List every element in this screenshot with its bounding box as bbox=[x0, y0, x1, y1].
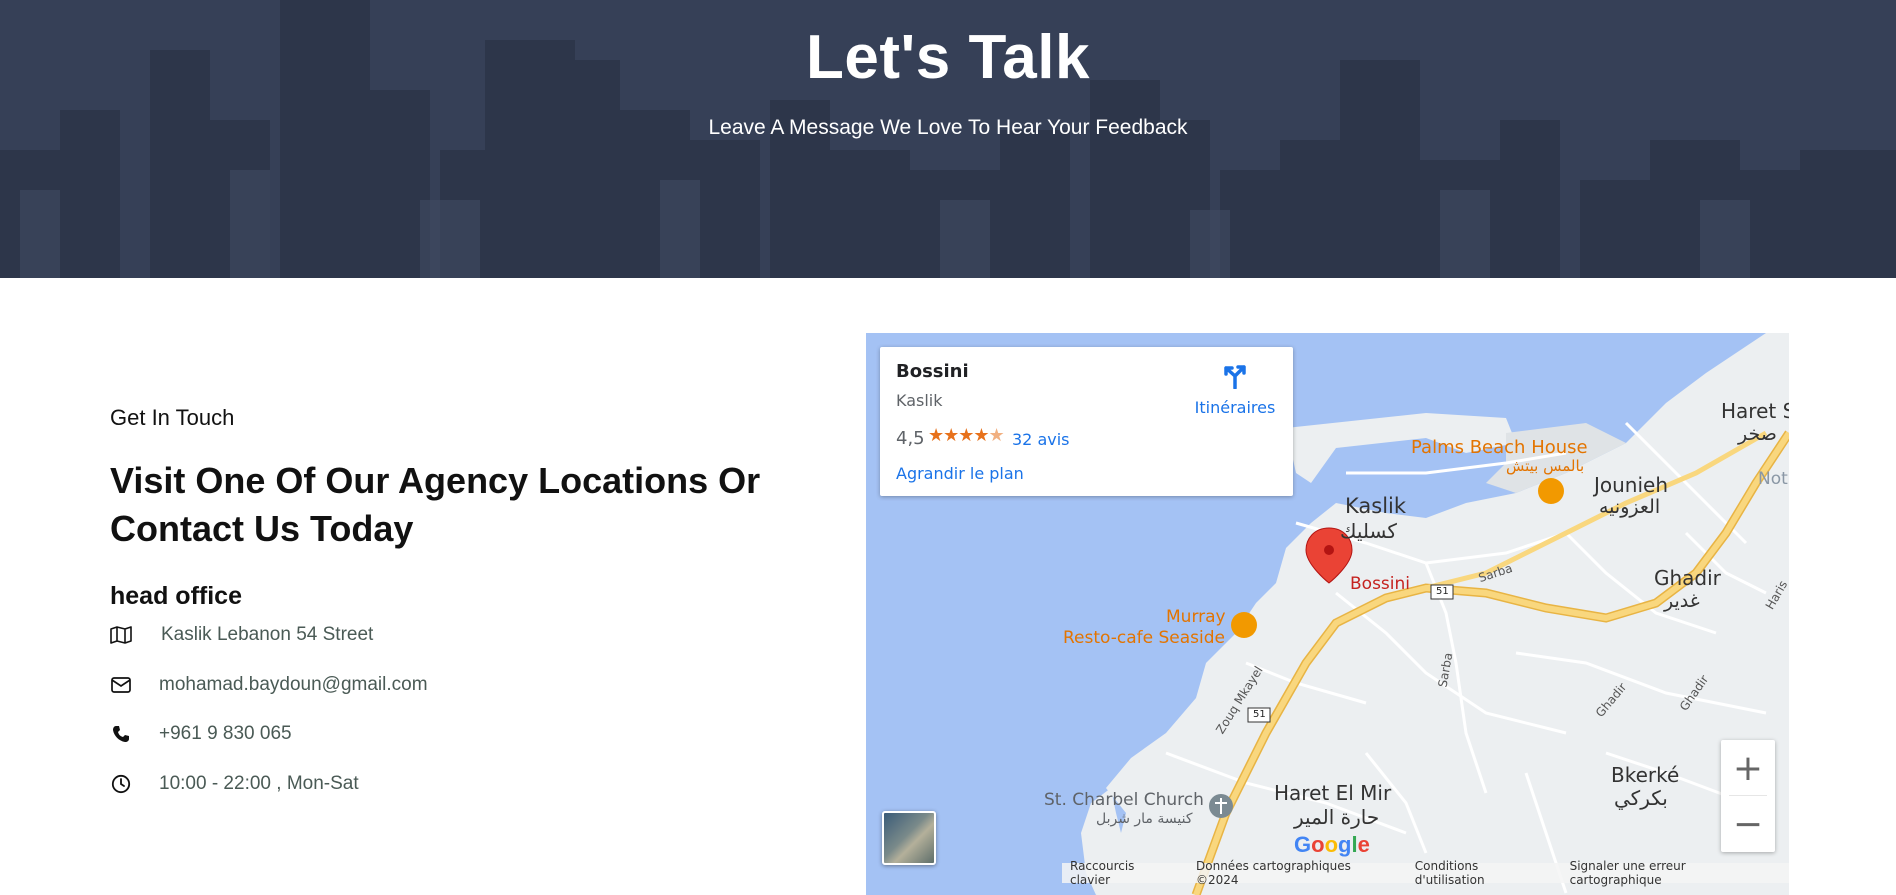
google-map[interactable]: Haret S صخر Palms Beach House بالمس بيتش… bbox=[866, 333, 1789, 895]
reviews-link[interactable]: 32 avis bbox=[1012, 430, 1070, 449]
directions-icon bbox=[1220, 365, 1250, 393]
map-label: العزونيه bbox=[1599, 496, 1661, 518]
map-label: Jounieh bbox=[1594, 473, 1669, 497]
directions-button[interactable]: Itinéraires bbox=[1180, 361, 1290, 417]
map-label: Haret El Mir bbox=[1274, 781, 1392, 805]
hero-banner: Let's Talk Leave A Message We Love To He… bbox=[0, 0, 1896, 278]
terms-link[interactable]: Conditions d'utilisation bbox=[1415, 859, 1552, 887]
map-poi-label[interactable]: كنيسة مار شربل bbox=[1096, 811, 1193, 827]
map-poi-label[interactable]: Palms Beach House bbox=[1411, 437, 1588, 458]
map-label: بكركي bbox=[1614, 786, 1668, 810]
map-label: كسليك bbox=[1340, 519, 1397, 543]
section-kicker: Get In Touch bbox=[110, 405, 235, 430]
place-name: Bossini bbox=[896, 361, 969, 382]
hours-text: 10:00 - 22:00 , Mon-Sat bbox=[159, 773, 359, 794]
enlarge-map-link[interactable]: Agrandir le plan bbox=[896, 464, 1024, 483]
map-poi-label[interactable]: St. Charbel Church bbox=[1044, 790, 1204, 810]
map-marker-label[interactable]: Bossini bbox=[1350, 574, 1410, 594]
clock-icon bbox=[110, 773, 132, 795]
phone-icon bbox=[110, 723, 132, 745]
keyboard-shortcuts-link[interactable]: Raccourcis clavier bbox=[1070, 859, 1178, 887]
email-link[interactable]: mohamad.baydoun@gmail.com bbox=[159, 674, 428, 696]
map-label: صخر bbox=[1738, 423, 1777, 445]
place-card: Bossini Kaslik 4,5 ★★★★★ 32 avis Agrandi… bbox=[880, 347, 1293, 496]
map-label: Ghadir bbox=[1654, 566, 1721, 590]
map-label: Haret S bbox=[1721, 399, 1789, 423]
zoom-in-button[interactable]: + bbox=[1721, 740, 1775, 796]
report-error-link[interactable]: Signaler une erreur cartographique bbox=[1570, 859, 1781, 887]
rating-stars: ★★★★★ bbox=[928, 425, 1005, 445]
map-attribution-bar: Raccourcis clavier Données cartographiqu… bbox=[1062, 859, 1789, 887]
map-label: حارة المير bbox=[1294, 805, 1380, 829]
place-location: Kaslik bbox=[896, 391, 943, 410]
map-poi-label[interactable]: Murray bbox=[1166, 607, 1226, 627]
address-row: Kaslik Lebanon 54 Street bbox=[110, 621, 373, 649]
route-shield-label: 51 bbox=[1253, 709, 1266, 720]
satellite-toggle-button[interactable] bbox=[882, 811, 936, 865]
zoom-control: + − bbox=[1721, 740, 1775, 852]
page-title: Let's Talk bbox=[806, 23, 1090, 92]
map-label: Kaslik bbox=[1345, 494, 1407, 518]
map-label: Bkerké bbox=[1611, 763, 1680, 787]
route-shield-label: 51 bbox=[1436, 586, 1449, 597]
phone-row: +961 9 830 065 bbox=[110, 720, 292, 748]
map-poi-label[interactable]: Resto-cafe Seaside bbox=[1063, 628, 1225, 648]
map-data-text: Données cartographiques ©2024 bbox=[1196, 859, 1351, 887]
page-subtitle: Leave A Message We Love To Hear Your Fee… bbox=[708, 116, 1188, 139]
envelope-icon bbox=[110, 674, 132, 696]
hours-row: 10:00 - 22:00 , Mon-Sat bbox=[110, 770, 359, 798]
zoom-divider bbox=[1729, 795, 1767, 796]
map-label: Not bbox=[1758, 469, 1788, 489]
address-text: Kaslik Lebanon 54 Street bbox=[161, 624, 374, 645]
office-title: head office bbox=[110, 582, 242, 610]
map-label: غدير bbox=[1664, 590, 1700, 612]
map-poi-label[interactable]: بالمس بيتش bbox=[1506, 457, 1584, 475]
phone-link[interactable]: +961 9 830 065 bbox=[159, 723, 292, 745]
map-icon bbox=[110, 624, 132, 646]
place-rating: 4,5 bbox=[896, 428, 925, 449]
google-logo: Google bbox=[1294, 832, 1370, 857]
directions-label: Itinéraires bbox=[1194, 398, 1276, 417]
section-headline: Visit One Of Our Agency Locations Or Con… bbox=[110, 460, 761, 549]
zoom-out-button[interactable]: − bbox=[1721, 796, 1775, 852]
email-row: mohamad.baydoun@gmail.com bbox=[110, 671, 428, 699]
